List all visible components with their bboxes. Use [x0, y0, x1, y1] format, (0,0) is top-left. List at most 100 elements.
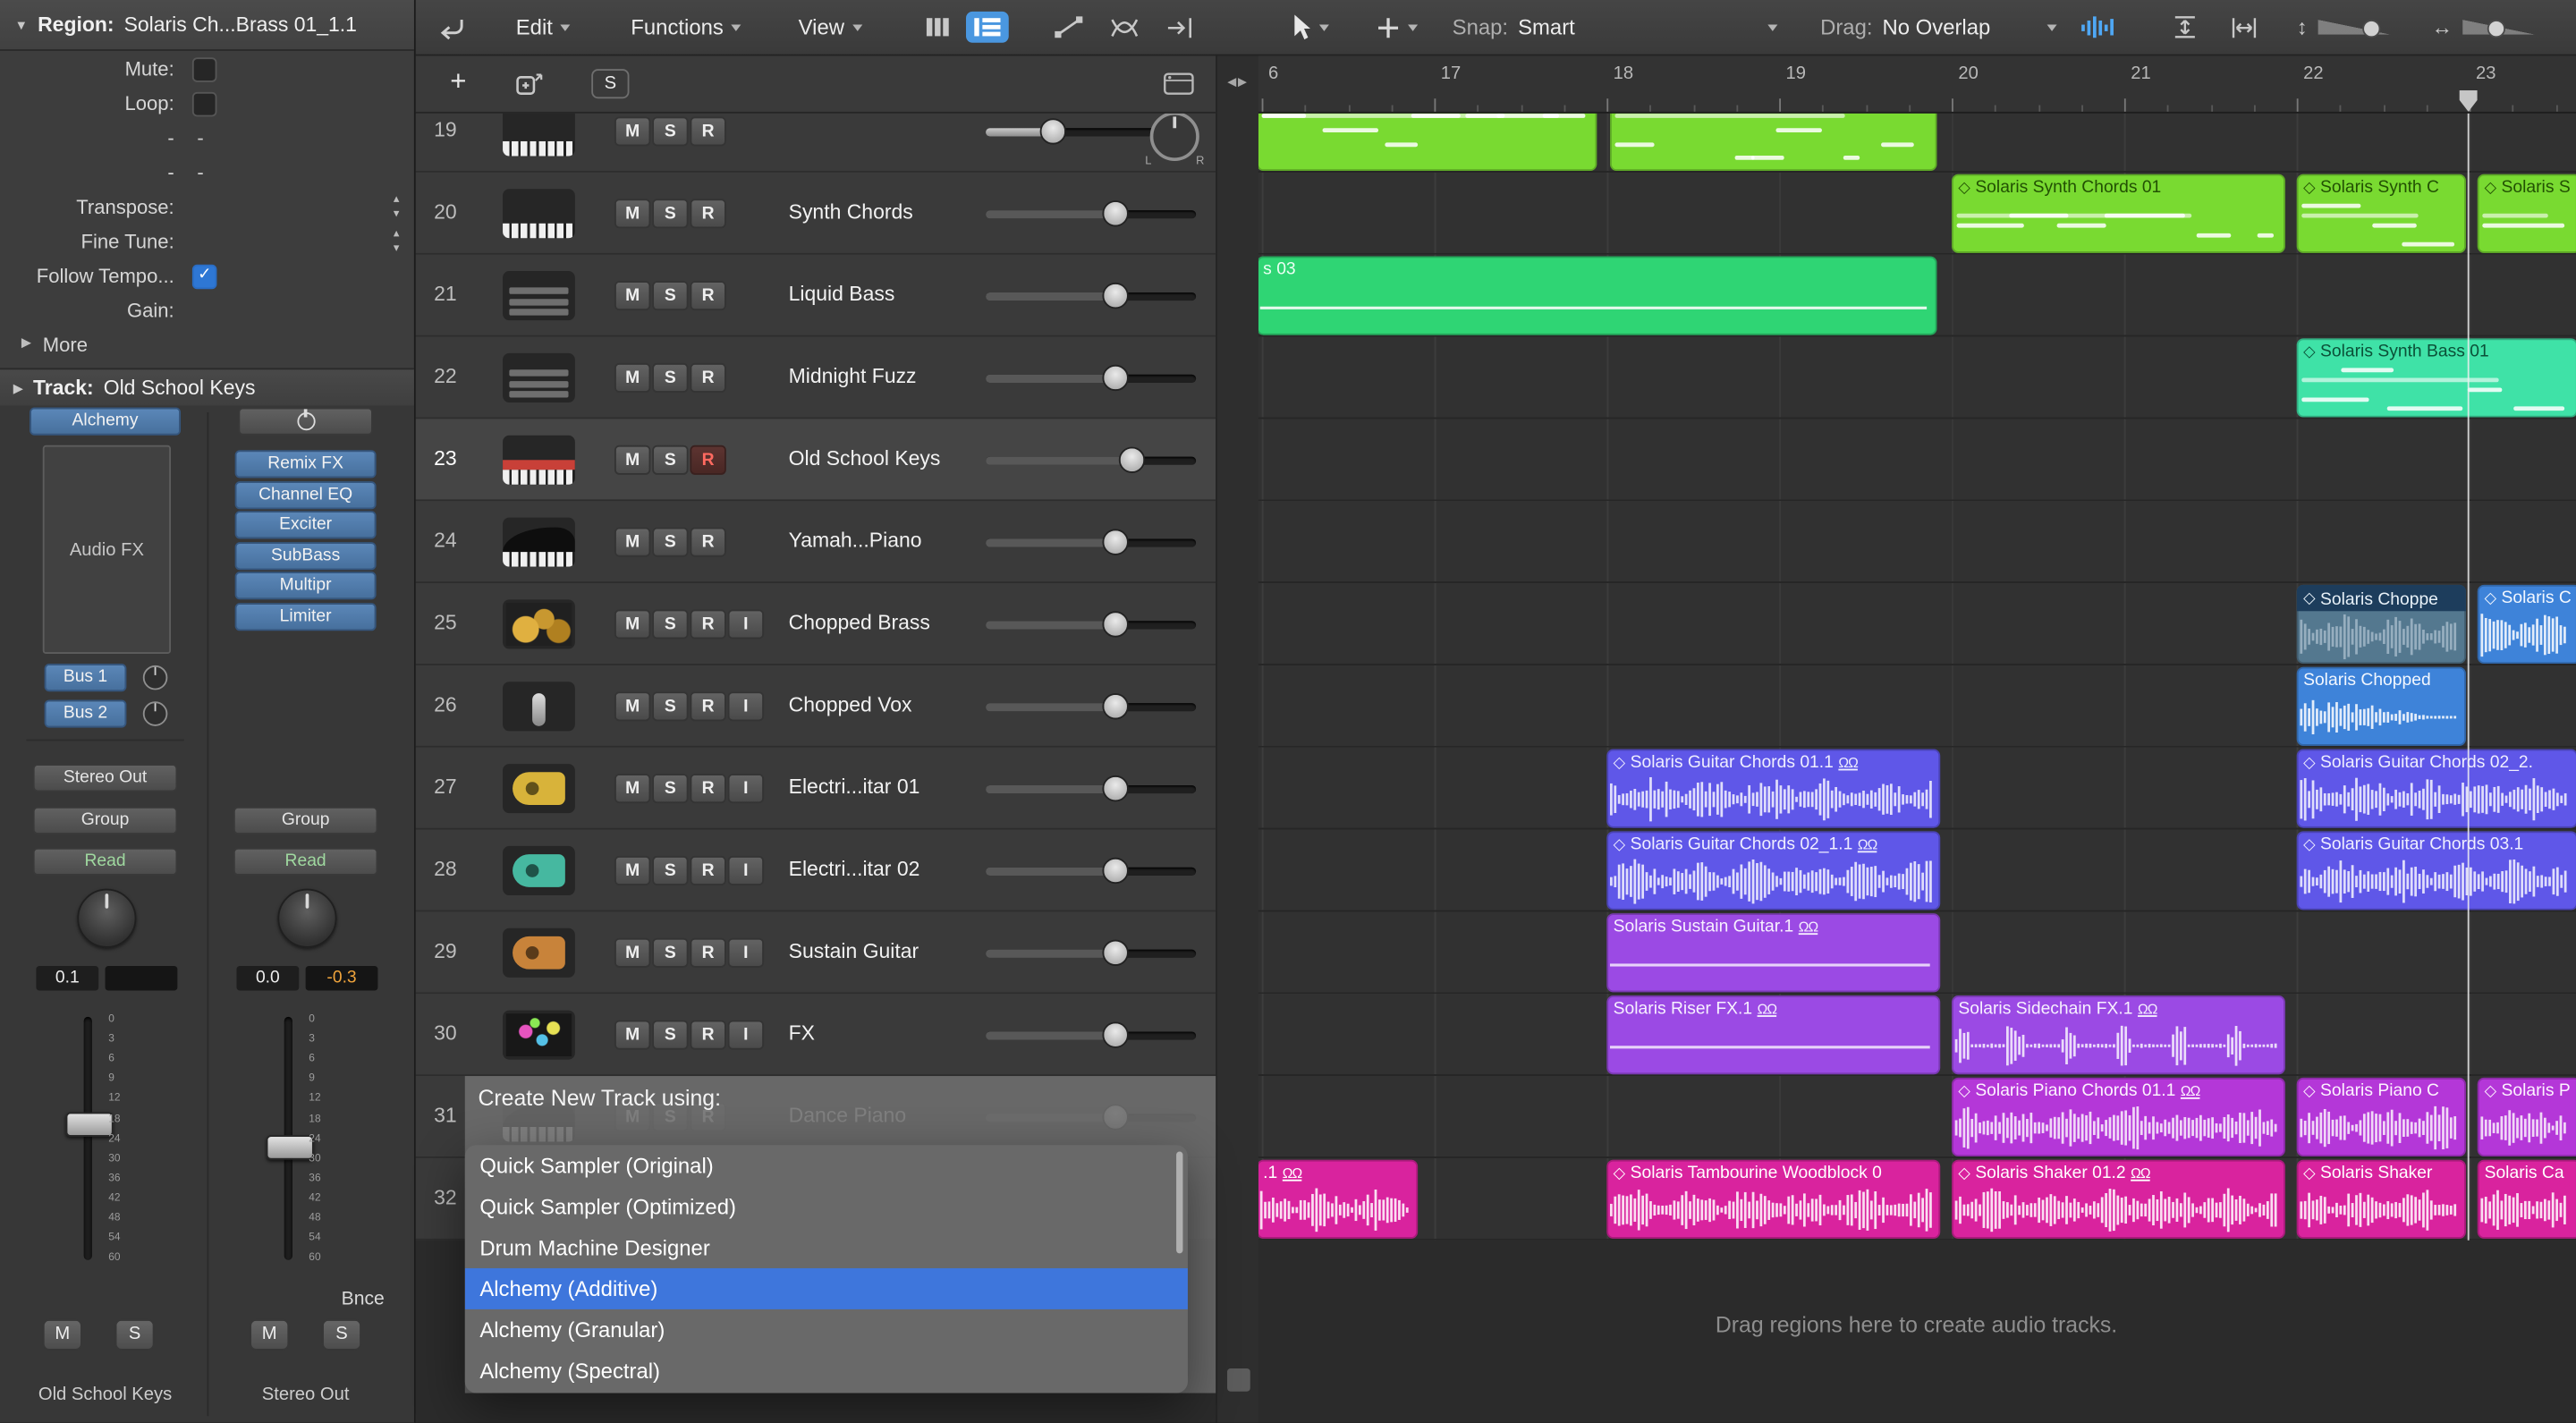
region[interactable]: ◇Solaris Synth Bass 01 — [2297, 338, 2576, 417]
volume-value-display[interactable]: -0.3 — [306, 966, 378, 991]
view-menu[interactable]: View — [799, 0, 863, 55]
track-solo-button[interactable]: S — [652, 199, 688, 228]
menu-item[interactable]: Alchemy (Granular) — [465, 1310, 1188, 1351]
track-solo-button[interactable]: S — [652, 363, 688, 393]
stepper-down-icon[interactable]: ▾ — [394, 241, 399, 257]
track-solo-button[interactable]: S — [652, 116, 688, 146]
track-mute-button[interactable]: M — [614, 691, 650, 721]
track-solo-button[interactable]: S — [652, 691, 688, 721]
region[interactable]: s 03 — [1257, 257, 1936, 335]
region[interactable]: ◇Solaris Synth C — [2297, 174, 2466, 253]
region[interactable]: ◇Solaris Tambourine Woodblock 0 — [1606, 1160, 1939, 1239]
track-name[interactable]: Yamah...Piano — [789, 529, 973, 552]
track-header-row[interactable]: 21MSRLiquid Bass — [414, 255, 1216, 337]
region-inspector-header[interactable]: ▼ Region: Solaris Ch...Brass 01_1.1 — [0, 0, 414, 51]
slider-thumb[interactable] — [1040, 118, 1066, 144]
track-header-row[interactable]: 24MSRYamah...Piano — [414, 501, 1216, 583]
track-record-arm-button[interactable]: R — [690, 199, 725, 228]
region[interactable]: Solaris Chopped — [2297, 667, 2466, 746]
track-record-arm-button[interactable]: R — [690, 938, 725, 968]
drag-dropdown[interactable]: Drag:No Overlap — [1820, 0, 2056, 55]
automation-curve-icon[interactable] — [1055, 0, 1082, 55]
region[interactable]: ◇Solaris Piano C — [2297, 1078, 2466, 1156]
track-header-row[interactable]: 29MSRISustain Guitar — [414, 911, 1216, 994]
track-solo-button[interactable]: S — [652, 774, 688, 803]
track-name[interactable]: Chopped Brass — [789, 611, 973, 634]
region[interactable]: Solaris Sustain Guitar.1ΩΩ — [1606, 913, 1939, 992]
menu-item[interactable]: Alchemy (Additive) — [465, 1268, 1188, 1309]
track-name[interactable]: Electri...itar 02 — [789, 858, 973, 881]
field-stepper[interactable]: ▴▾ — [394, 226, 399, 256]
catch-playhead-icon[interactable] — [437, 0, 467, 55]
region[interactable]: Solaris Riser FX.1ΩΩ — [1606, 995, 1939, 1074]
pan-knob[interactable] — [277, 889, 336, 948]
track-name[interactable]: Midnight Fuzz — [789, 365, 973, 388]
track-header-row[interactable]: 26MSRIChopped Vox — [414, 665, 1216, 748]
strip-solo-button[interactable]: S — [115, 1319, 155, 1351]
region[interactable]: ◇Solaris Guitar Chords 02_2. — [2297, 750, 2576, 828]
track-name[interactable]: FX — [789, 1021, 973, 1045]
join-regions-icon[interactable] — [1166, 0, 1194, 55]
track-volume-slider[interactable] — [986, 695, 1196, 718]
track-solo-button[interactable]: S — [652, 609, 688, 639]
strip-mute-button[interactable]: M — [250, 1319, 289, 1351]
menu-item[interactable]: Drum Machine Designer — [465, 1227, 1188, 1268]
track-mute-button[interactable]: M — [614, 281, 650, 310]
pan-knob[interactable] — [77, 889, 136, 948]
track-header-row[interactable]: 22MSRMidnight Fuzz — [414, 337, 1216, 419]
menu-item[interactable]: Quick Sampler (Optimized) — [465, 1186, 1188, 1227]
track-volume-slider[interactable] — [986, 530, 1196, 554]
track-name[interactable]: Chopped Vox — [789, 693, 973, 716]
plugin-slot-subbass[interactable]: SubBass — [235, 541, 377, 569]
plugin-slot-remixfx[interactable]: Remix FX — [235, 450, 377, 478]
slider-thumb[interactable] — [1102, 1021, 1128, 1047]
power-button[interactable] — [238, 408, 373, 436]
field-stepper[interactable]: ▴▾ — [394, 192, 399, 222]
track-name[interactable]: Synth Chords — [789, 200, 973, 224]
track-header-row[interactable]: 30MSRIFX — [414, 994, 1216, 1076]
slider-thumb[interactable] — [1102, 693, 1128, 719]
track-name[interactable]: Liquid Bass — [789, 283, 973, 306]
track-solo-button[interactable]: S — [652, 938, 688, 968]
slider-thumb[interactable] — [1102, 940, 1128, 966]
track-record-arm-button[interactable]: R — [690, 116, 725, 146]
slider-thumb[interactable] — [1102, 529, 1128, 555]
group-button[interactable]: Group — [33, 807, 178, 834]
zoom-slider-thumb[interactable] — [2487, 20, 2505, 38]
track-volume-slider[interactable] — [986, 1023, 1196, 1046]
track-name[interactable]: Old School Keys — [789, 447, 973, 470]
stepper-up-icon[interactable]: ▴ — [394, 226, 399, 241]
track-header-row[interactable]: 27MSRIElectri...itar 01 — [414, 748, 1216, 830]
crosshair-tool-button[interactable] — [1377, 0, 1418, 55]
edit-menu[interactable]: Edit — [516, 0, 571, 55]
region[interactable]: ◇Solaris Guitar Chords 02_1.1ΩΩ — [1606, 831, 1939, 910]
track-volume-slider[interactable] — [986, 613, 1196, 636]
send-knob-2[interactable] — [143, 701, 168, 726]
track-record-arm-button[interactable]: R — [690, 445, 725, 475]
track-input-monitor-button[interactable]: I — [728, 856, 764, 885]
slider-thumb[interactable] — [1119, 447, 1145, 473]
send-knob-1[interactable] — [143, 665, 168, 690]
grid-view-button[interactable] — [917, 0, 958, 55]
slider-thumb[interactable] — [1102, 611, 1128, 637]
track-mute-button[interactable]: M — [614, 363, 650, 393]
stepper-up-icon[interactable]: ▴ — [394, 192, 399, 208]
track-header-row[interactable]: 23MSROld School Keys — [414, 419, 1216, 501]
pan-value-display[interactable]: 0.0 — [236, 966, 299, 991]
track-record-arm-button[interactable]: R — [690, 281, 725, 310]
menu-item[interactable]: Quick Sampler (Original) — [465, 1145, 1188, 1186]
track-header-row[interactable]: 20MSRSynth Chords — [414, 173, 1216, 255]
region[interactable]: Solaris Ca — [2478, 1160, 2576, 1239]
track-record-arm-button[interactable]: R — [690, 691, 725, 721]
region[interactable]: .1ΩΩ — [1257, 1160, 1417, 1239]
track-input-monitor-button[interactable]: I — [728, 938, 764, 968]
stepper-down-icon[interactable]: ▾ — [394, 207, 399, 222]
horizontal-auto-zoom-icon[interactable] — [2231, 0, 2257, 55]
waveform-zoom-icon[interactable] — [2080, 0, 2115, 55]
vertical-auto-zoom-icon[interactable] — [2172, 0, 2198, 55]
scroll-corner[interactable] — [1227, 1368, 1250, 1392]
send-bus2-button[interactable]: Bus 2 — [45, 699, 127, 727]
plugin-slot-limiter[interactable]: Limiter — [235, 602, 377, 630]
lanes-view-button[interactable] — [966, 0, 1009, 55]
strip-solo-button[interactable]: S — [322, 1319, 361, 1351]
